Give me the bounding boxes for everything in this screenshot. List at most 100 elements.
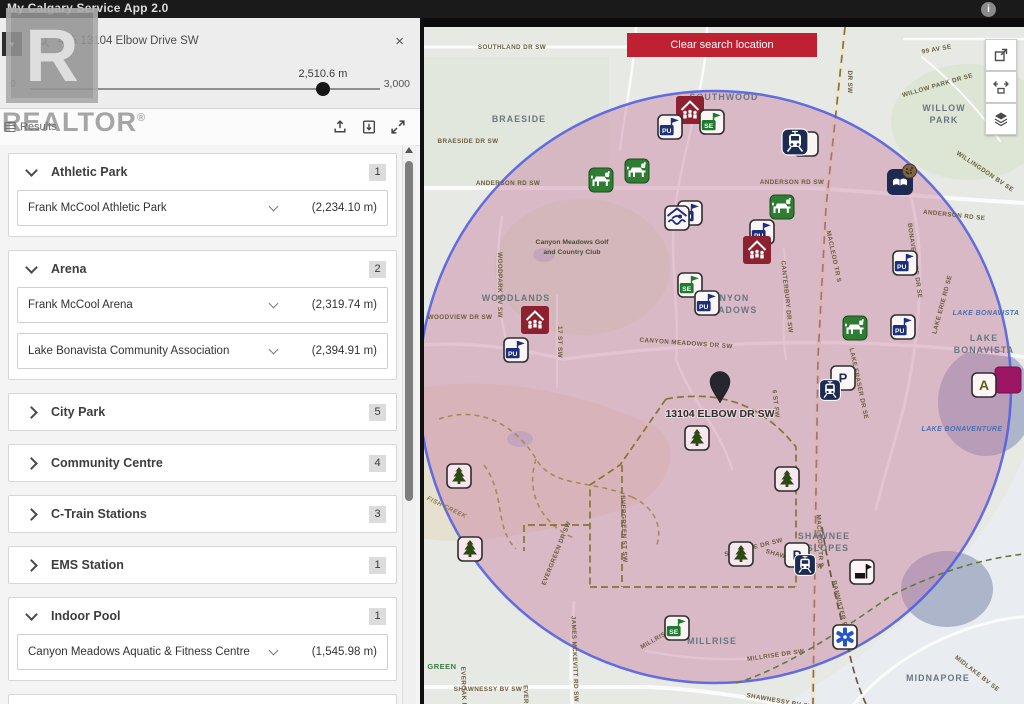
category-header[interactable]: Libraries1	[9, 695, 396, 704]
chevron-down-icon[interactable]	[269, 345, 279, 355]
category-header[interactable]: C-Train Stations3	[9, 496, 396, 532]
slider-max-label: 3,000	[384, 78, 410, 90]
open-external-icon	[993, 47, 1009, 63]
chevron-right-icon	[25, 457, 38, 470]
slider-thumb[interactable]	[316, 82, 330, 96]
result-item[interactable]: Lake Bonavista Community Association (2,3…	[17, 333, 388, 369]
app-window: My Calgary Service App 2.0 i ▼ 405 13104…	[0, 0, 1024, 704]
info-icon[interactable]: i	[981, 2, 996, 17]
result-item-distance: (2,394.91 m)	[291, 345, 377, 357]
result-item[interactable]: Frank McCool Athletic Park(2,234.10 m)	[17, 190, 388, 226]
map-label: DR SW	[846, 71, 853, 94]
expand-icon[interactable]	[390, 119, 406, 135]
community-centre-icon[interactable]	[521, 306, 549, 334]
park-tree-icon[interactable]	[447, 464, 471, 488]
ctrain-icon[interactable]	[782, 129, 808, 155]
category-header[interactable]: Athletic Park1	[9, 154, 396, 190]
chevron-down-icon	[25, 164, 38, 177]
search-input[interactable]: 405 13104 Elbow Drive SW	[58, 35, 387, 47]
map-label: and Country Club	[543, 249, 600, 256]
count-badge: 1	[369, 608, 386, 625]
school-public-icon[interactable]: PU	[658, 115, 682, 139]
off-leash-area-icon[interactable]	[589, 168, 613, 192]
export-file-icon[interactable]	[361, 119, 377, 135]
map-label: Canyon Meadows Golf	[536, 239, 610, 246]
count-badge: 2	[369, 261, 386, 278]
svg-text:A: A	[979, 377, 989, 393]
map-label: ANDERSON RD SW	[476, 180, 540, 187]
arena-icon[interactable]: A	[972, 373, 996, 397]
results-list: Athletic Park1Frank McCool Athletic Park…	[0, 145, 403, 704]
ems-station-icon[interactable]	[833, 625, 857, 649]
result-item[interactable]: Canyon Meadows Aquatic & Fitness Centre (…	[17, 634, 388, 670]
result-item-name: Lake Bonavista Community Association	[28, 345, 264, 357]
park-tree-icon[interactable]	[458, 537, 482, 561]
off-leash-area-icon[interactable]	[843, 316, 867, 340]
result-item-name: Canyon Meadows Aquatic & Fitness Centre	[28, 646, 264, 658]
flag-site-icon[interactable]	[850, 560, 874, 584]
school-public-icon[interactable]: PU	[504, 338, 528, 362]
chevron-down-icon[interactable]	[269, 202, 279, 212]
school-separate-icon[interactable]: SE	[700, 110, 724, 134]
chevron-down-icon	[25, 261, 38, 274]
layers-button[interactable]	[985, 103, 1017, 135]
community-centre-icon[interactable]	[743, 236, 771, 264]
school-separate-icon[interactable]: SE	[665, 616, 689, 640]
indoor-pool-icon[interactable]	[665, 206, 689, 230]
scroll-up-icon[interactable]	[405, 147, 413, 153]
panel-collapse-button[interactable]: ▼	[2, 32, 22, 56]
chevron-right-icon	[25, 508, 38, 521]
chevron-down-icon[interactable]	[269, 299, 279, 309]
radius-slider: 0 2,510.6 m 3,000	[0, 62, 420, 106]
close-icon[interactable]: ×	[387, 33, 412, 50]
map-label: LAKE BONAVENTURE	[922, 426, 1003, 433]
category-header[interactable]: Community Centre4	[9, 445, 396, 481]
category-header[interactable]: EMS Station1	[9, 547, 396, 583]
result-item-distance: (1,545.98 m)	[291, 646, 377, 658]
map-label: EVEROAK DR S	[459, 666, 468, 704]
map-label: EVERST	[522, 685, 530, 704]
school-public-icon[interactable]: PU	[695, 291, 719, 315]
map-label: MIDNAPORE	[906, 673, 970, 683]
scrollbar-thumb[interactable]	[405, 161, 413, 501]
park-tree-icon[interactable]	[685, 426, 709, 450]
extent-icon	[993, 79, 1009, 95]
map-label: BRAESIDE	[492, 114, 546, 124]
school-public-icon[interactable]: PU	[891, 315, 915, 339]
association-square-icon[interactable]	[995, 367, 1021, 393]
results-label: Results	[4, 121, 57, 133]
category-label: C-Train Stations	[51, 507, 369, 521]
chevron-down-icon[interactable]	[269, 646, 279, 656]
chevron-right-icon	[25, 559, 38, 572]
open-external-button[interactable]	[985, 39, 1017, 71]
school-public-icon[interactable]: PU	[893, 251, 917, 275]
upload-icon[interactable]	[332, 119, 348, 135]
count-badge: 1	[369, 164, 386, 181]
category-group: Arena2Frank McCool Arena(2,319.74 m)Lake…	[8, 250, 397, 380]
svg-text:PU: PU	[897, 264, 907, 271]
clear-search-location-button[interactable]: Clear search location	[627, 33, 817, 57]
category-label: Athletic Park	[51, 165, 369, 179]
search-bar[interactable]: 405 13104 Elbow Drive SW ×	[28, 26, 412, 56]
park-tree-icon[interactable]	[775, 467, 799, 491]
chevron-down-icon	[25, 608, 38, 621]
search-address-label: 13104 ELBOW DR SW	[665, 408, 774, 420]
svg-text:SE: SE	[669, 629, 679, 636]
off-leash-area-icon[interactable]	[770, 195, 794, 219]
result-item[interactable]: Frank McCool Arena(2,319.74 m)	[17, 287, 388, 323]
slider-track[interactable]: 2,510.6 m	[30, 88, 380, 90]
park-tree-icon[interactable]	[729, 542, 753, 566]
map-canvas[interactable]: SOUTHLAND DR SW99 AV SEWILLOW PARK DR SE…	[424, 27, 1024, 704]
map-label: MILLRISE	[687, 636, 737, 646]
category-header[interactable]: City Park5	[9, 394, 396, 430]
off-leash-area-icon[interactable]	[625, 159, 649, 183]
result-item-name: Frank McCool Arena	[28, 299, 264, 311]
app-title: My Calgary Service App 2.0	[7, 1, 169, 15]
map-label: SHAWNEE	[798, 531, 850, 541]
default-extent-button[interactable]	[985, 71, 1017, 103]
map-label: LAKE BONAVISTA	[953, 310, 1020, 317]
category-label: Arena	[51, 262, 369, 276]
category-group: Community Centre4	[8, 444, 397, 482]
category-header[interactable]: Indoor Pool1	[9, 598, 396, 634]
category-header[interactable]: Arena2	[9, 251, 396, 287]
